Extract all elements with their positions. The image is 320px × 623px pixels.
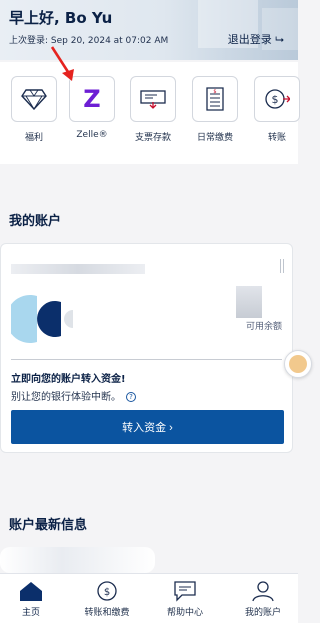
bottom-tab-bar: 主页 $ 转账和缴费 帮助中心 我的账户 [0, 573, 298, 623]
bank-logo-icon [11, 295, 73, 343]
balance-redacted [236, 286, 262, 318]
my-accounts-heading: 我的账户 [9, 214, 62, 229]
quick-action-transfer[interactable]: $ 转账 [252, 76, 302, 143]
svg-text:$: $ [213, 89, 216, 95]
promo-text-label: 别让您的银行体验中断。 [11, 392, 121, 403]
tab-label: 主页 [21, 608, 40, 618]
account-card[interactable]: 可用余额 立即向您的账户转入资金! 别让您的银行体验中断。? 转入资金 › [0, 243, 293, 453]
bill-pay-icon: $ [192, 76, 238, 122]
quick-action-benefits[interactable]: 福利 [9, 76, 59, 143]
promo-text: 别让您的银行体验中断。? [11, 388, 136, 403]
last-login-text: 上次登录: Sep 20, 2024 at 07:02 AM [9, 36, 169, 46]
check-deposit-icon [130, 76, 176, 122]
svg-text:$: $ [104, 587, 110, 598]
account-updates-heading: 账户最新信息 [9, 518, 88, 533]
info-icon[interactable]: ? [126, 392, 136, 402]
quick-action-zelle[interactable]: Z Zelle® [67, 76, 117, 140]
tab-label: 我的账户 [244, 608, 281, 618]
quick-action-label: 转账 [267, 133, 286, 143]
help-chat-icon [174, 581, 196, 602]
tab-my-account[interactable]: 我的账户 [226, 580, 300, 618]
floating-assistant-button[interactable] [284, 350, 312, 378]
account-update-redacted [0, 547, 155, 573]
user-icon [252, 581, 274, 602]
svg-text:$: $ [272, 93, 279, 106]
card-divider [11, 359, 282, 360]
tab-label: 帮助中心 [166, 608, 203, 618]
assistant-icon [289, 355, 307, 373]
quick-action-check-deposit[interactable]: 支票存款 [128, 76, 178, 143]
quick-action-label: 福利 [24, 133, 43, 143]
available-balance-label: 可用余额 [245, 322, 282, 332]
drag-handle-icon[interactable] [280, 259, 284, 273]
quick-actions-bar: 福利 Z Zelle® 支票存款 $ 日常缴费 $ 转账 [0, 62, 300, 164]
logout-button[interactable]: 退出登录 ⮡ [228, 31, 284, 47]
transfer-funds-button[interactable]: 转入资金 › [11, 410, 284, 444]
quick-action-label: 支票存款 [134, 133, 171, 143]
annotation-arrow-icon [50, 46, 74, 81]
transfer-icon: $ [254, 76, 300, 122]
account-name-redacted [11, 264, 145, 274]
tab-label: 转账和缴费 [84, 608, 130, 618]
promo-title: 立即向您的账户转入资金! [11, 374, 126, 385]
zelle-glyph: Z [83, 85, 101, 113]
quick-action-label: Zelle® [76, 130, 108, 140]
greeting-title: 早上好, Bo Yu [9, 9, 113, 27]
tab-transfer-pay[interactable]: $ 转账和缴费 [70, 580, 144, 618]
quick-action-label: 日常缴费 [196, 133, 233, 143]
home-icon [20, 582, 42, 601]
quick-action-bill-pay[interactable]: $ 日常缴费 [190, 76, 240, 143]
tab-help-center[interactable]: 帮助中心 [148, 580, 222, 618]
transfer-pay-icon: $ [97, 581, 117, 601]
tab-home[interactable]: 主页 [0, 580, 68, 618]
